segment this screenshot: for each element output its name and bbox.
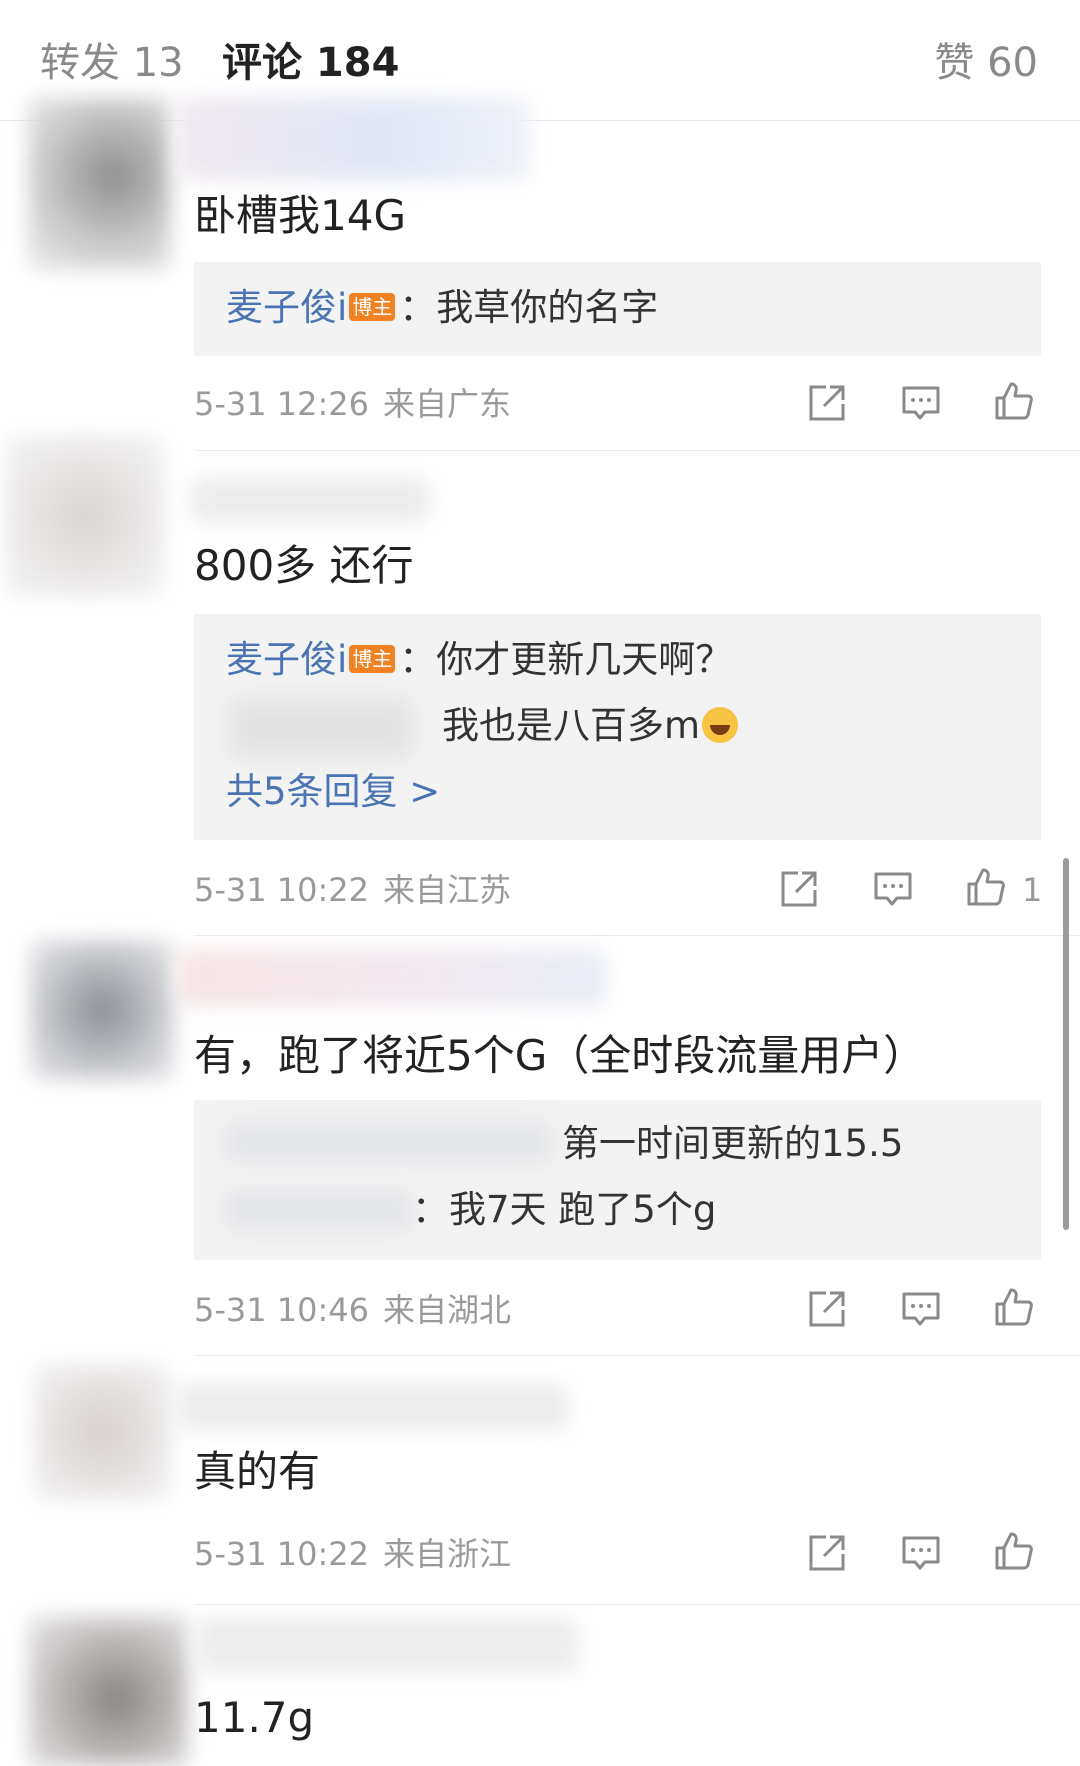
- more-replies-link[interactable]: 共5条回复 >: [226, 768, 440, 816]
- comment-meta: 5-31 10:22 来自江苏: [194, 868, 511, 912]
- like-count: 1: [1022, 871, 1043, 909]
- reply-text: 第一时间更新的15.5: [562, 1122, 904, 1165]
- tab-repost[interactable]: 转发 13: [40, 38, 184, 88]
- reply-author-obscured[interactable]: [226, 1122, 550, 1162]
- comment-time: 5-31 10:22: [194, 1535, 370, 1573]
- comment-time: 5-31 12:26: [194, 385, 370, 423]
- comment-text: 800多 还行: [194, 541, 414, 590]
- blogger-badge: 博主: [349, 293, 396, 321]
- comment-time: 5-31 10:46: [194, 1291, 370, 1329]
- comment-text: 卧槽我14G: [194, 191, 406, 240]
- reply-text: 我也是八百多m: [442, 704, 701, 747]
- avatar[interactable]: [34, 1364, 170, 1500]
- share-icon[interactable]: [806, 1288, 848, 1330]
- reply-line: 我也是八百多m: [442, 702, 739, 750]
- divider: [194, 1355, 1080, 1356]
- username-obscured[interactable]: [190, 478, 430, 522]
- share-icon[interactable]: [778, 868, 820, 910]
- comment-icon[interactable]: [900, 1288, 942, 1330]
- divider: [194, 450, 1080, 451]
- reply-author-obscured[interactable]: [230, 698, 412, 758]
- reply-line: 麦子俊i 博主 ：我草你的名字: [226, 284, 658, 332]
- comment-text: 11.7g: [194, 1693, 315, 1742]
- share-icon[interactable]: [806, 1532, 848, 1574]
- reply-line: 麦子俊i 博主 ：你才更新几天啊？: [226, 636, 732, 684]
- comment-icon[interactable]: [900, 1532, 942, 1574]
- reply-text: ：你才更新几天啊？: [399, 638, 733, 681]
- reply-author-obscured[interactable]: [226, 1190, 412, 1230]
- like-icon[interactable]: [993, 1286, 1035, 1328]
- comment-location: 来自湖北: [383, 1291, 512, 1329]
- comment-location: 来自广东: [383, 385, 512, 423]
- reply-author-name[interactable]: 麦子俊i: [226, 638, 347, 681]
- avatar[interactable]: [6, 436, 164, 596]
- reply-box[interactable]: 第一时间更新的15.5 ：我7天 跑了5个g: [194, 1100, 1041, 1260]
- comment-time: 5-31 10:22: [194, 871, 370, 909]
- comment-icon[interactable]: [900, 382, 942, 424]
- avatar[interactable]: [30, 940, 174, 1080]
- tab-likes[interactable]: 赞 60: [934, 38, 1038, 88]
- divider: [194, 1604, 1080, 1605]
- comment-icon[interactable]: [872, 868, 914, 910]
- reply-author-name[interactable]: 麦子俊i: [226, 286, 347, 329]
- comment-location: 来自江苏: [383, 871, 512, 909]
- avatar[interactable]: [28, 1616, 188, 1766]
- reply-text: ：我草你的名字: [399, 286, 659, 329]
- blogger-badge: 博主: [349, 645, 396, 673]
- comment-text: 有，跑了将近5个G（全时段流量用户）: [194, 1031, 926, 1080]
- reply-text: ：我7天 跑了5个g: [412, 1188, 717, 1231]
- username-obscured[interactable]: [178, 1384, 568, 1430]
- username-obscured[interactable]: [198, 1618, 578, 1672]
- avatar[interactable]: [28, 98, 170, 270]
- tab-comments[interactable]: 评论 184: [222, 38, 399, 88]
- divider: [194, 935, 1080, 936]
- comment-meta: 5-31 10:22 来自浙江: [194, 1532, 511, 1576]
- like-icon[interactable]: [965, 866, 1007, 908]
- like-icon[interactable]: [993, 380, 1035, 422]
- laugh-cry-emoji: [702, 707, 739, 743]
- like-icon[interactable]: [993, 1530, 1035, 1572]
- reply-box[interactable]: 麦子俊i 博主 ：我草你的名字: [194, 262, 1041, 356]
- username-obscured[interactable]: [178, 98, 530, 180]
- username-obscured[interactable]: [178, 950, 606, 1006]
- comment-location: 来自浙江: [383, 1535, 512, 1573]
- comment-meta: 5-31 10:46 来自湖北: [194, 1288, 511, 1332]
- scrollbar[interactable]: [1063, 858, 1069, 1230]
- comment-meta: 5-31 12:26 来自广东: [194, 382, 511, 426]
- comment-text: 真的有: [194, 1447, 321, 1496]
- share-icon[interactable]: [806, 382, 848, 424]
- reply-box[interactable]: 麦子俊i 博主 ：你才更新几天啊？ 我也是八百多m 共5条回复 >: [194, 614, 1041, 840]
